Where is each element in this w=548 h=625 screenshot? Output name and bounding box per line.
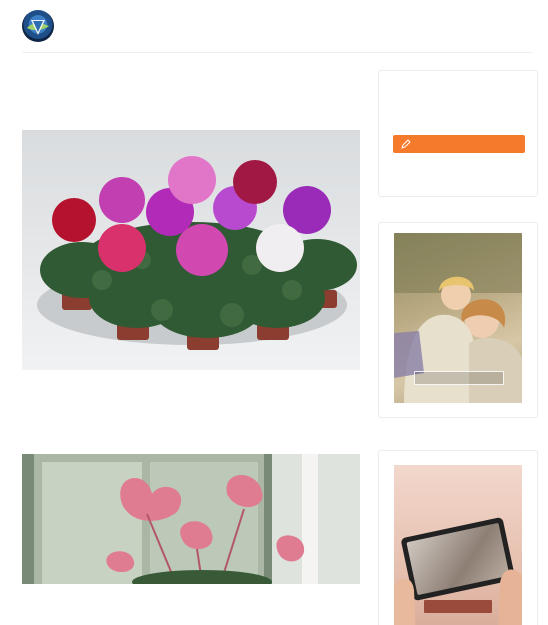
cyclamen-window-photo — [22, 454, 360, 584]
cyclamen-pots-illustration — [37, 156, 357, 350]
cyclamen-window-illustration — [22, 454, 360, 584]
become-author-button[interactable] — [393, 135, 525, 153]
become-author-card — [378, 70, 538, 197]
card-text — [393, 93, 523, 121]
ad-banner-tiles[interactable] — [378, 450, 538, 625]
article-content — [22, 58, 362, 584]
divider — [22, 52, 532, 53]
globe-logo-icon — [27, 20, 49, 35]
cyclamen-pots-photo — [22, 130, 360, 370]
ad-tiles-image[interactable] — [394, 465, 522, 625]
author-bar — [22, 8, 522, 44]
ad-banner-family[interactable] — [378, 222, 538, 418]
ad-tiles-button[interactable] — [424, 600, 492, 613]
ad-family-button[interactable] — [414, 371, 504, 385]
article-description-text — [22, 383, 362, 445]
ad-family-image[interactable] — [394, 233, 522, 403]
avatar[interactable] — [22, 10, 54, 42]
sidebar — [378, 70, 538, 625]
pencil-icon — [401, 139, 411, 149]
author-meta — [62, 25, 68, 27]
article-intro — [22, 71, 362, 121]
